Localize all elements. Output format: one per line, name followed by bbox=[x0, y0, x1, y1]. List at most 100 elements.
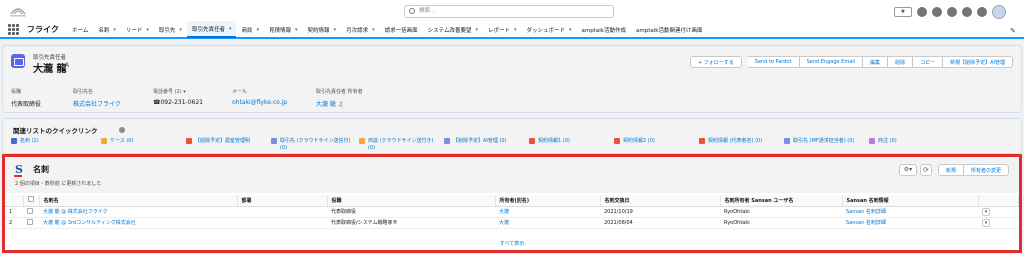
company-logo[interactable] bbox=[8, 4, 28, 18]
account-link[interactable]: 株式会社フライク bbox=[73, 99, 121, 108]
trailhead-icon[interactable] bbox=[932, 6, 942, 17]
nav-tab-9[interactable]: 請求一括画面 bbox=[380, 21, 423, 38]
chevron-down-icon[interactable]: ▾ bbox=[229, 26, 232, 32]
chevron-down-icon[interactable]: ▾ bbox=[334, 27, 337, 33]
help-icon[interactable] bbox=[947, 6, 957, 17]
send-engage-email-button[interactable]: Send Engage Email bbox=[799, 56, 864, 68]
nav-tab-1[interactable]: 名刺 ▾ bbox=[93, 21, 121, 38]
nav-tab-3[interactable]: 取引先 ▾ bbox=[154, 21, 187, 38]
quick-link-label: 商談 (クラウドサイン送付き) (0) bbox=[368, 138, 434, 151]
list-settings-gear-icon[interactable]: ⚙▾ bbox=[898, 164, 917, 176]
owner-link[interactable]: 大瀧 龍 ♫ bbox=[316, 99, 363, 108]
nav-tab-2[interactable]: リード ▾ bbox=[121, 21, 154, 38]
quick-link-8[interactable]: 契約情報 (代表者名) (0) bbox=[699, 138, 779, 145]
nav-tab-0[interactable]: ホーム bbox=[67, 21, 93, 38]
column-header-select[interactable] bbox=[23, 195, 40, 207]
related-list-title[interactable]: 名刺 bbox=[33, 164, 49, 175]
object-icon bbox=[101, 138, 107, 144]
chevron-down-icon[interactable]: ▾ bbox=[179, 27, 182, 33]
card-name-link[interactable]: 大瀧 龍 @ 株式会社フライク bbox=[39, 206, 237, 218]
refresh-icon[interactable]: ⟳ bbox=[919, 164, 932, 176]
add-icon[interactable] bbox=[917, 6, 927, 17]
nav-tab-7[interactable]: 契約情報 ▾ bbox=[303, 21, 342, 38]
select-all-checkbox[interactable] bbox=[27, 196, 34, 203]
quick-link-1[interactable]: ケース (0) bbox=[101, 138, 181, 145]
row-select[interactable] bbox=[23, 206, 39, 218]
new-button[interactable]: 新規 bbox=[937, 164, 964, 176]
row-checkbox[interactable] bbox=[27, 218, 33, 225]
quick-link-3[interactable]: 取引先 (クラウドサイン送信付) (0) bbox=[271, 138, 351, 152]
quick-link-7[interactable]: 契約情報2 (0) bbox=[614, 138, 694, 145]
chevron-down-icon[interactable]: ▾ bbox=[372, 27, 375, 33]
change-owner-button[interactable]: 所有者の変更 bbox=[963, 164, 1009, 176]
quick-link-6[interactable]: 契約情報1 (0) bbox=[529, 138, 609, 145]
follow-button[interactable]: + フォローする bbox=[689, 56, 742, 68]
nav-tab-10[interactable]: システム改善要望 ▾ bbox=[423, 21, 483, 38]
row-actions[interactable]: ▾ bbox=[978, 217, 1019, 229]
nav-tab-13[interactable]: amptalk活動作成 bbox=[577, 21, 631, 38]
row-actions-chevron-icon[interactable]: ▾ bbox=[982, 218, 990, 227]
nav-tab-12[interactable]: ダッシュボード ▾ bbox=[522, 21, 577, 38]
setup-gear-icon[interactable] bbox=[962, 6, 972, 17]
quick-link-0[interactable]: 名刺 (2) bbox=[11, 138, 91, 145]
chevron-down-icon[interactable]: ▾ bbox=[113, 27, 116, 33]
chevron-down-icon[interactable]: ▾ bbox=[256, 27, 259, 33]
column-header-name[interactable]: 名刺名 bbox=[39, 195, 238, 207]
exchange-date-cell: 2021/08/04 bbox=[600, 217, 720, 229]
field-label: 役職 bbox=[11, 89, 22, 95]
business-card-related-list: S 名刺 2 個の項目・数秒前 に更新されました ⚙▾ ⟳ 新規 所有者の変更 … bbox=[2, 154, 1022, 253]
owner-link[interactable]: 大瀧 bbox=[495, 217, 600, 229]
quick-link-10[interactable]: 商注 (0) bbox=[869, 138, 949, 145]
email-link[interactable]: ohtaki@flyke.co.jp bbox=[232, 99, 287, 106]
favorites-button[interactable]: ★ bbox=[894, 6, 912, 17]
column-header-sansan-user[interactable]: 名刺所有者 Sansan ユーザ名 bbox=[720, 195, 843, 207]
row-actions-chevron-icon[interactable]: ▾ bbox=[982, 207, 990, 216]
table-header-row: 名刺名 部署 役職 所有者(別名) 名刺交換日 名刺所有者 Sansan ユーザ… bbox=[5, 195, 1019, 207]
table-row: 1 大瀧 龍 @ 株式会社フライク 代表取締役 大瀧 2021/10/19 Ry… bbox=[5, 206, 1019, 218]
quick-link-5[interactable]: 【削除予定】AI管理 (0) bbox=[444, 138, 524, 145]
row-actions[interactable]: ▾ bbox=[978, 206, 1019, 218]
app-launcher-icon[interactable] bbox=[8, 24, 19, 35]
quick-link-9[interactable]: 取引先 (MF請求担当者) (0) bbox=[784, 138, 864, 145]
global-search-input[interactable]: 検索... bbox=[404, 5, 614, 18]
chevron-down-icon[interactable]: ▾ bbox=[295, 27, 298, 33]
edit-nav-icon[interactable]: ✎ bbox=[1010, 27, 1016, 35]
column-header-title[interactable]: 役職 bbox=[327, 195, 496, 207]
nav-tab-11[interactable]: レポート ▾ bbox=[483, 21, 522, 38]
send-to-pardot-button[interactable]: Send to Pardot bbox=[747, 56, 800, 68]
column-header-department[interactable]: 部署 bbox=[237, 195, 328, 207]
sansan-detail-link[interactable]: Sansan 名刺詳細 bbox=[842, 206, 978, 218]
nav-tab-label: amptalk活動作成 bbox=[581, 27, 626, 34]
chevron-down-icon[interactable]: ▾ bbox=[514, 27, 517, 33]
quick-link-2[interactable]: 【削除予定】農産管理明 bbox=[186, 138, 266, 145]
nav-tab-label: ホーム bbox=[72, 27, 89, 34]
row-select[interactable] bbox=[23, 217, 39, 229]
owner-link[interactable]: 大瀧 bbox=[495, 206, 600, 218]
chevron-down-icon[interactable]: ▾ bbox=[475, 27, 478, 33]
quick-link-label: 商注 (0) bbox=[878, 138, 897, 144]
object-icon bbox=[359, 138, 365, 144]
chevron-down-icon[interactable]: ▾ bbox=[146, 27, 149, 33]
column-header-sansan-info[interactable]: Sansan 名刺情報 bbox=[842, 195, 979, 207]
copy-button[interactable]: コピー bbox=[913, 56, 944, 68]
view-all-link[interactable]: すべて表示 bbox=[5, 240, 1019, 247]
nav-tab-14[interactable]: amptalk活動関連付け画面 bbox=[631, 21, 707, 38]
notification-bell-icon[interactable] bbox=[977, 6, 987, 17]
nav-tab-5[interactable]: 商談 ▾ bbox=[236, 21, 264, 38]
delete-button[interactable]: 削除 bbox=[888, 56, 914, 68]
nav-tab-4[interactable]: 取引先責任者 ▾ bbox=[186, 21, 237, 38]
edit-button[interactable]: 編集 bbox=[863, 56, 889, 68]
quick-link-4[interactable]: 商談 (クラウドサイン送付き) (0) bbox=[359, 138, 439, 152]
column-header-owner[interactable]: 所有者(別名) bbox=[495, 195, 601, 207]
sansan-detail-link[interactable]: Sansan 名刺詳細 bbox=[842, 217, 978, 229]
user-avatar[interactable] bbox=[992, 4, 1006, 19]
card-name-link[interactable]: 大瀧 龍 @ 3rdコンサルティング株式会社 bbox=[39, 217, 237, 229]
chevron-down-icon[interactable]: ▾ bbox=[569, 27, 572, 33]
nav-tab-6[interactable]: 見積情報 ▾ bbox=[264, 21, 303, 38]
column-header-exchange-date[interactable]: 名刺交換日 bbox=[600, 195, 721, 207]
new-ai-management-button[interactable]: 新規【削除予定】AI管理 bbox=[943, 56, 1013, 68]
object-icon bbox=[699, 138, 705, 144]
row-checkbox[interactable] bbox=[27, 207, 33, 214]
nav-tab-8[interactable]: 月次請求 ▾ bbox=[341, 21, 380, 38]
nav-tab-label: ダッシュボード bbox=[526, 27, 566, 34]
